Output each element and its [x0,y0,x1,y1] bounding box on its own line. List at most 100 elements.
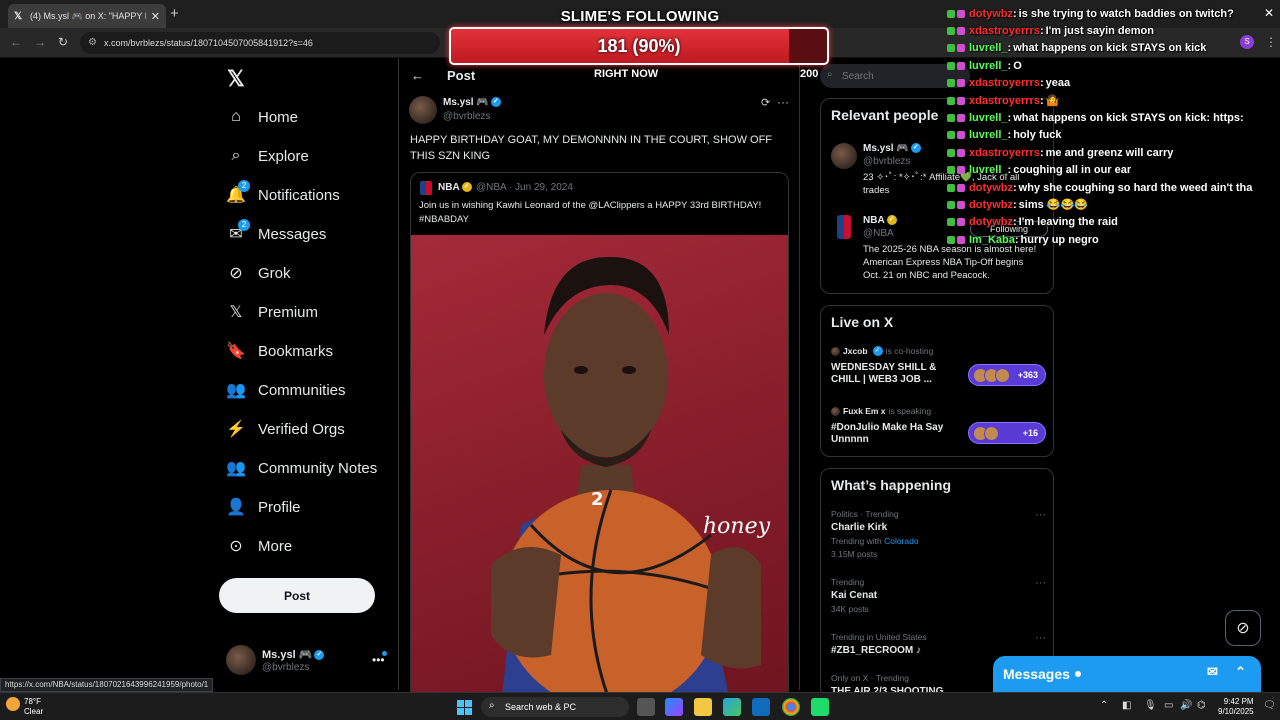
quoted-tweet[interactable]: NBA ✓ @NBA · Jun 29, 2024 Join us in wish… [410,172,789,702]
sidebar-item-community-notes[interactable]: 👥 Community Notes [226,455,377,481]
microphone-icon[interactable]: 🎙 [1144,700,1157,711]
edge-icon[interactable] [723,698,741,716]
chat-username[interactable]: dotywbz [969,182,1013,194]
live-listeners-pill[interactable]: +363 [968,364,1046,386]
sidebar-item-notifications[interactable]: 🔔 2 Notifications [226,180,340,208]
sidebar-item-communities[interactable]: 👥 Communities [226,377,346,403]
trend-item[interactable]: Trending in United States #ZB1_RECROOM ♪… [831,632,1046,656]
network-icon[interactable]: ⌬ [1197,700,1206,711]
notifications-icon[interactable]: 🗨 [1263,700,1276,711]
back-arrow-icon[interactable]: ← [10,35,22,49]
follower-goal-bar: 181 (90%) [449,27,829,65]
new-tab-icon[interactable]: + [170,5,179,22]
forward-arrow-icon[interactable]: → [34,35,46,49]
live-title: WEDNESDAY SHILL & CHILL | WEB3 JOB ... [831,362,937,385]
sidebar-item-label: Verified Orgs [258,420,345,438]
chat-username[interactable]: dotywbz [969,216,1013,228]
file-explorer-icon[interactable] [694,698,712,716]
search-icon: ⌕ [489,700,495,711]
live-host: Fuxk Em x is speaking [831,406,1046,416]
chat-username[interactable]: xdastroyerrrs [969,25,1040,37]
stream-app-icon[interactable] [811,698,829,716]
tray-app-icon[interactable]: ◧ [1122,700,1131,711]
x-logo-icon[interactable]: 𝕏 [227,66,245,92]
chat-username[interactable]: xdastroyerrrs [969,77,1040,89]
chat-message: xdastroyerrrs: yeaa [947,75,1280,92]
verified-gold-badge-icon: ✓ [461,182,472,193]
back-arrow-icon[interactable]: ← [411,68,424,83]
sidebar-item-label: Profile [258,498,301,516]
chat-username[interactable]: xdastroyerrrs [969,147,1040,159]
quote-meta: @NBA · Jun 29, 2024 [476,182,573,193]
volume-icon[interactable]: 🔊 [1180,700,1192,711]
tweet-author-name[interactable]: Ms.ysl 🎮 ✓ [443,97,501,108]
windows-start-icon[interactable] [457,700,472,715]
sidebar-item-profile[interactable]: 👤 Profile [226,494,301,520]
taskbar-search[interactable]: ⌕ Search web & PC [481,697,629,717]
chat-username[interactable]: dotywbz [969,199,1013,211]
chat-username[interactable]: xdastroyerrrs [969,95,1040,107]
trend-posts: 34K posts [831,604,869,614]
chat-username[interactable]: Im_Kaba [969,234,1015,246]
chat-separator: : [1039,146,1044,159]
browser-tab[interactable]: 𝕏 (4) Ms.ysl 🎮 on X: "HAPPY BIRT ✕ [8,4,166,28]
verified-badge-icon: ✓ [910,143,921,154]
more-dots-icon[interactable]: ··· [1035,509,1046,521]
close-tab-icon[interactable]: ✕ [151,10,160,23]
chat-username[interactable]: luvrell_ [969,164,1008,176]
avatar[interactable] [409,96,437,124]
chat-username[interactable]: luvrell_ [969,112,1008,124]
site-info-icon[interactable]: ⚙ [88,37,97,48]
sidebar-item-verified-orgs[interactable]: ⚡ Verified Orgs [226,416,345,442]
trend-link[interactable]: Colorado [884,536,919,546]
sidebar-item-bookmarks[interactable]: 🔖 Bookmarks [226,338,333,364]
live-listeners-pill[interactable]: +16 [968,422,1046,444]
sidebar-item-home[interactable]: ⌂ Home [226,104,298,130]
account-switcher[interactable]: Ms.ysl 🎮 ✓ @bvrblezs ••• [226,645,387,675]
sidebar-item-premium[interactable]: 𝕏 Premium [226,299,318,325]
chat-message: dotywbz: sims 😂😂😂 [947,196,1280,213]
tweet-author-handle[interactable]: @bvrblezs [443,111,490,122]
weather-widget[interactable]: 78°F Clear [6,697,43,717]
close-icon[interactable]: ✕ [1264,6,1274,20]
more-dots-icon[interactable]: ··· [1035,577,1046,589]
chrome-icon[interactable] [782,698,800,716]
chat-badge-icon [957,235,965,244]
reload-icon[interactable]: ↻ [58,35,68,49]
copilot-icon[interactable] [665,698,683,716]
chat-badge-icon [947,235,955,244]
chat-username[interactable]: luvrell_ [969,129,1008,141]
main-column: ← Post Ms.ysl 🎮 ✓ @bvrblezs ⟳ ··· HAPPY B… [398,58,800,702]
live-space-item[interactable]: Jxcob ✓ is co-hosting WEDNESDAY SHILL & CH… [831,346,1046,386]
new-message-icon[interactable]: ✉ [1207,664,1218,680]
url-input[interactable]: ⚙ x.com/bvrblezs/status/1807104507005841… [80,32,440,54]
grok-icon[interactable]: ⟳ [761,96,770,109]
chat-badge-icon [957,9,965,18]
sidebar-item-grok[interactable]: ⊘ Grok [226,260,290,286]
task-view-icon[interactable] [637,698,655,716]
live-space-item[interactable]: Fuxk Em x is speaking #DonJulio Make Ha S… [831,406,1046,446]
expand-chevron-icon[interactable]: ⌃ [1235,664,1246,680]
trend-item[interactable]: Trending Kai Cenat 34K posts ··· [831,577,1046,614]
chat-message: luvrell_: what happens on kick STAYS on k… [947,40,1280,57]
outlook-icon[interactable] [752,698,770,716]
chat-username[interactable]: dotywbz [969,8,1013,20]
chat-separator: : [1039,77,1044,90]
sidebar-item-messages[interactable]: ✉ 2 Messages [226,219,326,247]
chat-text: 🤷 [1045,95,1060,108]
trend-item[interactable]: Politics · Trending Charlie Kirk Trendin… [831,509,1046,559]
more-dots-icon[interactable]: ··· [777,95,789,109]
chat-username[interactable]: luvrell_ [969,60,1008,72]
clock-date: 9/10/2025 [1218,707,1254,716]
post-button[interactable]: Post [219,578,375,613]
tweet-photo[interactable]: honey 2 [411,235,788,701]
sidebar-item-more[interactable]: ⊙ More [226,533,292,559]
more-dots-icon[interactable]: ··· [1035,632,1046,644]
display-icon[interactable]: ▭ [1164,700,1173,711]
messages-drawer[interactable]: Messages ✉ ⌃ [993,656,1261,692]
chat-username[interactable]: luvrell_ [969,42,1008,54]
sidebar-item-explore[interactable]: ⌕ Explore [226,143,309,169]
grok-float-button[interactable]: ⊘ [1225,610,1261,646]
tray-chevron-icon[interactable]: ⌃ [1100,700,1108,711]
taskbar-clock[interactable]: 9:42 PM 9/10/2025 [1218,697,1254,717]
